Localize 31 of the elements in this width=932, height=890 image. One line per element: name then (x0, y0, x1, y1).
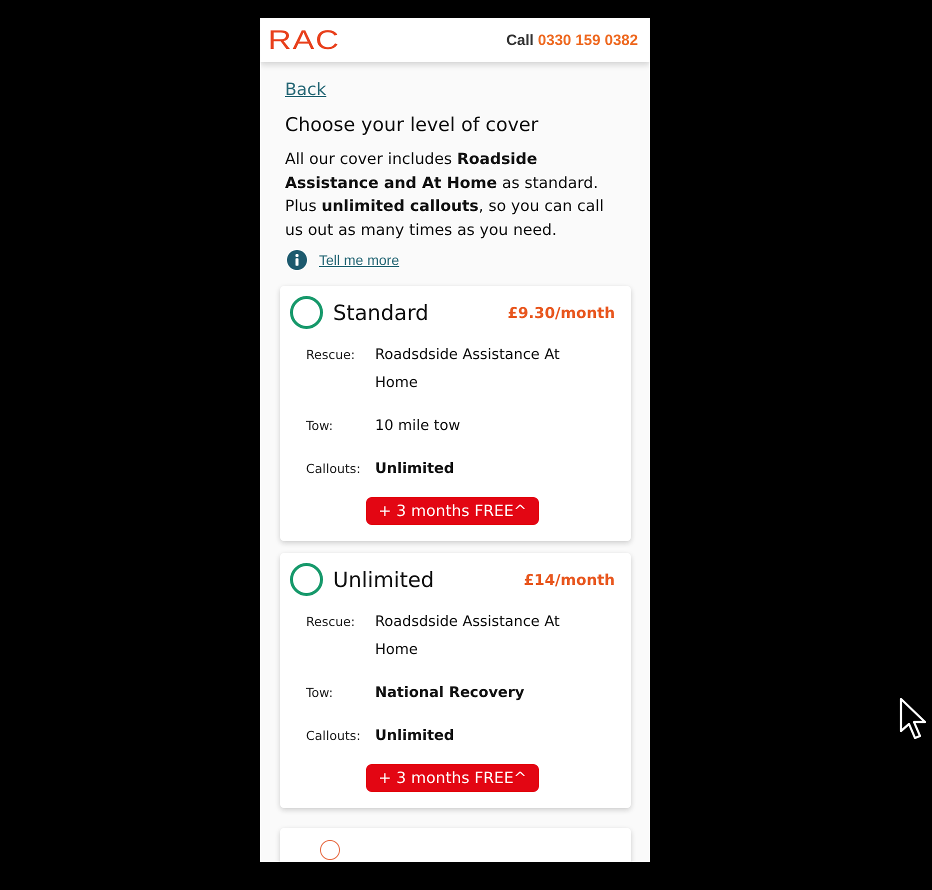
radio-button[interactable] (320, 840, 340, 860)
radio-button[interactable] (290, 296, 323, 329)
logo[interactable]: RAC (268, 24, 340, 56)
feature-label: Tow: (306, 685, 334, 700)
feature-label: Tow: (306, 418, 334, 433)
plan-title: Unlimited (333, 568, 434, 592)
feature-label: Callouts: (306, 728, 362, 743)
feature-value: Unlimited (375, 460, 456, 479)
feature-label: Callouts: (306, 461, 362, 476)
intro-text: All our cover includes Roadside Assistance and At Home as standard. Plus unlimited callouts, so you can call us out as many times as you need. (285, 149, 605, 240)
feature-value: Roadsdside Assistance At Home (375, 346, 561, 393)
plan-card[interactable]: Standard £9.30/month Rescue: Roadsdside Assistance At Home Tow: 10 mile tow Callouts: Unlimited + 3 months FREE^ (280, 286, 631, 541)
plan-card[interactable]: Unlimited £14/month Rescue: Roadsdside Assistance At Home Tow: National Recovery Callouts: Unlimited + 3 months FREE^ (280, 553, 631, 808)
feature-value: National Recovery (375, 684, 526, 703)
plan-title: Standard (333, 300, 429, 324)
feature-label: Rescue: (306, 347, 356, 362)
tell-me-more-link[interactable]: Tell me more (319, 252, 400, 268)
back-link[interactable]: Back (285, 80, 326, 100)
feature-value: Roadsdside Assistance At Home (375, 613, 561, 660)
page-heading: Choose your level of cover (285, 114, 540, 136)
feature-value: Unlimited (375, 727, 456, 746)
radio-button[interactable] (290, 563, 323, 596)
call-number[interactable]: Call 0330 159 0382 (506, 32, 638, 48)
plan-price: £14/month (524, 570, 615, 588)
offer-button[interactable]: + 3 months FREE^ (366, 497, 539, 525)
feature-value: 10 mile tow (375, 417, 462, 436)
feature-label: Rescue: (306, 614, 356, 629)
offer-button[interactable]: + 3 months FREE^ (366, 764, 539, 792)
cursor-icon (899, 697, 927, 741)
plan-price: £9.30/month (508, 304, 615, 322)
info-icon (287, 250, 307, 270)
